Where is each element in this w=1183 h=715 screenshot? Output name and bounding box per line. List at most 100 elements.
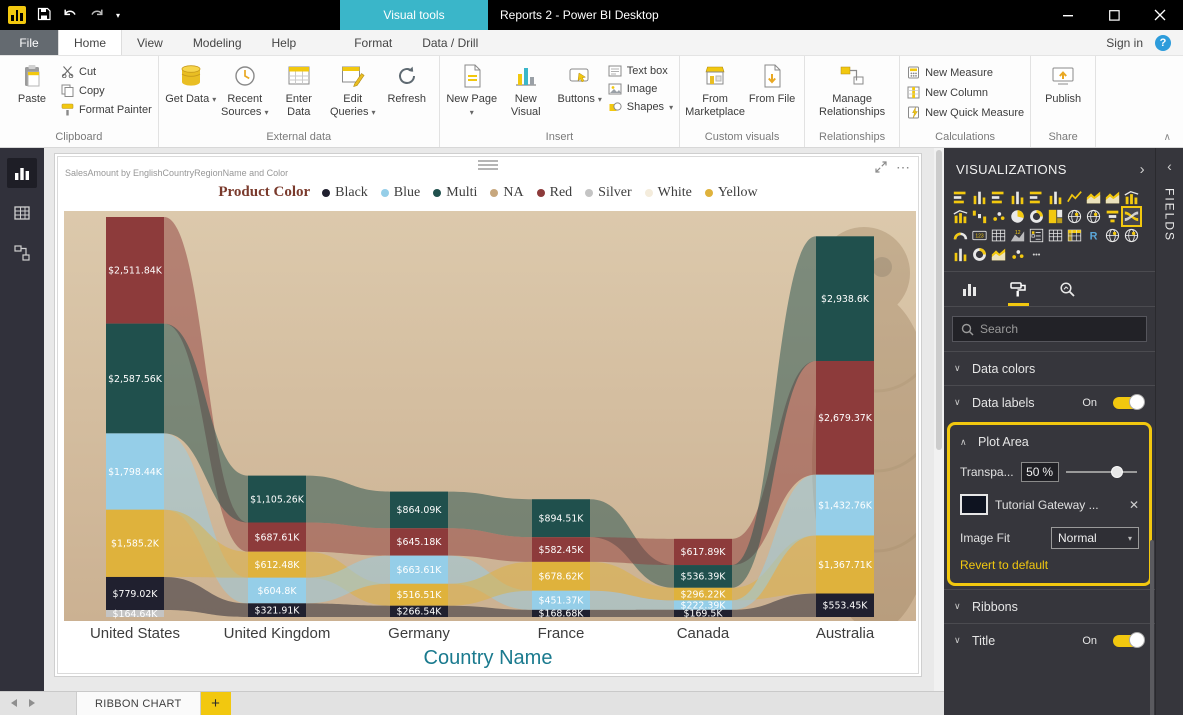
tab-help[interactable]: Help [257,30,312,55]
slicer-icon[interactable] [1028,227,1045,244]
visual-drag-handle-icon[interactable] [478,160,498,170]
transparency-input[interactable]: 50 % [1021,462,1059,482]
filled-map-icon[interactable] [1085,208,1102,225]
section-plot-area[interactable]: ∧ Plot Area [950,425,1149,459]
line-and-stacked-column-chart-icon[interactable] [1123,189,1140,206]
title-toggle[interactable] [1113,635,1143,647]
legend-item-yellow[interactable]: Yellow [705,185,758,201]
donut-chart-icon[interactable] [1028,208,1045,225]
clustered-column-chart-icon[interactable] [1009,189,1026,206]
toolbar-options-caret-icon[interactable]: ▾ [116,11,120,20]
tab-data-drill[interactable]: Data / Drill [407,30,493,55]
report-page[interactable]: ⋯ SalesAmount by EnglishCountryRegionNam… [54,153,922,677]
buttons-button[interactable]: Buttons ▾ [554,60,606,106]
tab-format[interactable]: Format [339,30,407,55]
search-input[interactable] [980,322,1138,336]
text-box-button[interactable]: Text box [608,65,673,77]
legend-item-white[interactable]: White [645,185,692,201]
get-data-button[interactable]: Get Data ▾ [165,60,217,106]
more-visuals-icon[interactable]: ••• [1028,246,1045,263]
copy-button[interactable]: Copy [60,84,152,97]
image-button[interactable]: Image [608,83,673,95]
maximize-button[interactable] [1091,0,1137,30]
manage-relationships-button[interactable]: Manage Relationships [811,60,893,119]
map-icon[interactable] [1066,208,1083,225]
data-view-button[interactable] [7,198,37,228]
custom-visual-1-icon[interactable] [952,246,969,263]
canvas-vertical-scrollbar[interactable] [934,148,944,691]
legend-item-multi[interactable]: Multi [433,185,477,201]
section-ribbons[interactable]: ∨ Ribbons [944,589,1155,623]
100-stacked-bar-chart-icon[interactable] [1028,189,1045,206]
tab-modeling[interactable]: Modeling [178,30,257,55]
minimize-button[interactable] [1045,0,1091,30]
recent-sources-button[interactable]: Recent Sources ▾ [219,60,271,119]
from-marketplace-button[interactable]: From Marketplace [686,60,744,119]
format-pane-tab[interactable] [1008,276,1029,306]
matrix-icon[interactable] [1066,227,1083,244]
undo-button[interactable] [62,7,78,23]
model-view-button[interactable] [7,238,37,268]
shape-map-icon[interactable] [1123,227,1140,244]
new-column-button[interactable]: New Column [906,86,1024,99]
line-chart-icon[interactable] [1066,189,1083,206]
transparency-slider[interactable] [1066,465,1139,479]
report-canvas[interactable]: ⋯ SalesAmount by EnglishCountryRegionNam… [44,148,944,691]
panel-scrollbar[interactable] [1150,540,1154,715]
expand-fields-icon[interactable]: ‹ [1167,158,1172,174]
legend-item-na[interactable]: NA [490,185,523,201]
stacked-area-chart-icon[interactable] [1104,189,1121,206]
new-quick-measure-button[interactable]: New Quick Measure [906,106,1024,119]
fields-panel-collapsed[interactable]: ‹ FIELDS [1155,148,1183,715]
tab-view[interactable]: View [122,30,178,55]
image-fit-dropdown[interactable]: Normal ▾ [1051,527,1139,549]
format-search-box[interactable] [952,316,1147,342]
collapse-ribbon-button[interactable]: ∧ [1164,132,1171,143]
page-tab-ribbon-chart[interactable]: RIBBON CHART [76,692,201,715]
section-title[interactable]: ∨ Title On [944,623,1155,657]
gauge-icon[interactable] [952,227,969,244]
legend-item-black[interactable]: Black [322,185,368,201]
paste-button[interactable]: Paste [6,60,58,106]
scrollbar-thumb[interactable] [936,150,942,450]
sign-in-button[interactable]: Sign in [1106,36,1143,50]
kpi-icon[interactable]: 12 [1009,227,1026,244]
publish-button[interactable]: Publish [1037,60,1089,106]
section-data-labels[interactable]: ∨ Data labels On [944,385,1155,419]
redo-button[interactable] [89,7,105,23]
card-icon[interactable]: 123 [971,227,988,244]
slider-knob[interactable] [1111,466,1123,478]
visual-more-options-icon[interactable]: ⋯ [896,159,910,176]
new-page-button[interactable]: New Page ▾ [446,60,498,119]
section-data-colors[interactable]: ∨ Data colors [944,351,1155,385]
tab-home[interactable]: Home [58,30,122,55]
100-stacked-column-chart-icon[interactable] [1047,189,1064,206]
area-chart-icon[interactable] [1085,189,1102,206]
arcgis-map-icon[interactable] [1104,227,1121,244]
save-button[interactable] [37,7,51,24]
ribbon-chart-visual[interactable]: ⋯ SalesAmount by EnglishCountryRegionNam… [57,156,919,674]
legend-item-red[interactable]: Red [537,185,573,201]
pie-chart-icon[interactable] [1009,208,1026,225]
next-page-arrow-icon[interactable] [28,697,36,711]
new-visual-button[interactable]: New Visual [500,60,552,119]
data-labels-toggle[interactable] [1113,397,1143,409]
refresh-button[interactable]: Refresh [381,60,433,106]
multi-row-card-icon[interactable] [990,227,1007,244]
previous-page-arrow-icon[interactable] [10,697,18,711]
help-icon[interactable]: ? [1155,35,1171,51]
revert-to-default-link[interactable]: Revert to default [950,558,1149,583]
enter-data-button[interactable]: Enter Data [273,60,325,119]
focus-mode-icon[interactable] [875,160,887,176]
close-button[interactable] [1137,0,1183,30]
legend-item-silver[interactable]: Silver [585,185,631,201]
report-view-button[interactable] [7,158,37,188]
cut-button[interactable]: Cut [60,65,152,78]
custom-visual-2-icon[interactable] [971,246,988,263]
collapse-panel-icon[interactable]: › [1140,161,1145,178]
r-script-visual-icon[interactable]: R [1085,227,1102,244]
format-painter-button[interactable]: Format Painter [60,103,152,116]
from-file-button[interactable]: From File [746,60,798,106]
treemap-icon[interactable] [1047,208,1064,225]
funnel-chart-icon[interactable] [1104,208,1121,225]
